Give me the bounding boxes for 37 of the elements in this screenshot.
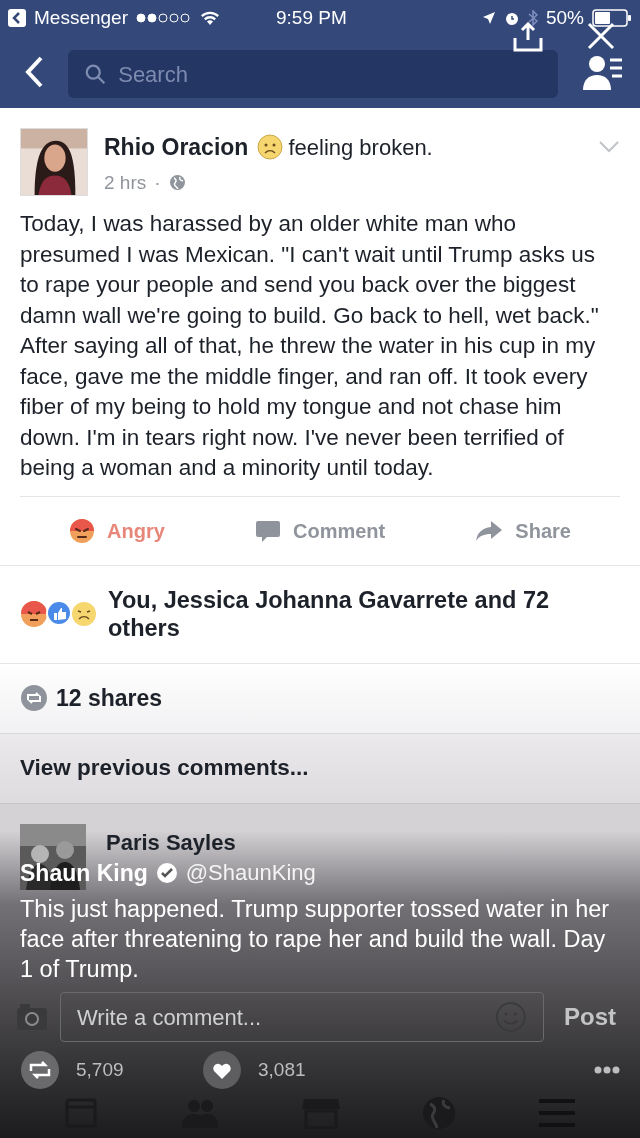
shares-icon [20, 684, 48, 712]
separator-dot: · [154, 170, 161, 195]
like-count: 3,081 [258, 1057, 306, 1082]
battery-icon [592, 9, 632, 27]
wifi-icon [200, 10, 220, 26]
retweet-icon[interactable] [20, 1050, 60, 1090]
back-icon[interactable] [24, 55, 44, 89]
sad-face-icon [256, 133, 285, 162]
back-to-app-icon[interactable] [8, 9, 26, 27]
comment-field[interactable]: Write a comment... [60, 992, 544, 1042]
location-arrow-icon [481, 11, 496, 25]
close-icon[interactable] [586, 22, 616, 50]
more-icon[interactable] [594, 1066, 620, 1074]
retweet-count: 5,709 [76, 1057, 125, 1082]
feeling-text: feeling broken. [288, 133, 433, 162]
alarm-clock-icon [503, 10, 520, 26]
camera-icon[interactable] [16, 1003, 48, 1031]
back-app-label[interactable]: Messenger [34, 3, 128, 33]
share-icon[interactable] [512, 22, 544, 52]
post-text: Today, I was harassed by an older white man who presumed I was Mexican. "I can't wait until Trump asks us to rape your people and send you back over the biggest damn wall we're going to build. Go back to hell, wet back." After saying all of that, he threw the water in his cup in my face, gave me the middle finger, and ran off. It took every fiber of my being to hold my tongue and not chase him down. I'm in tears right now. I've never been terrified of being a woman and a minority until today. [19, 210, 600, 482]
speech-bubble-icon [255, 518, 281, 543]
reactions-summary[interactable]: You, Jessica Johanna Gavarrete and 72 others [108, 586, 608, 642]
arrow-icon [475, 519, 504, 542]
bluetooth-icon [527, 10, 538, 26]
globe-icon [168, 174, 186, 192]
post-button[interactable]: Post [556, 999, 624, 1035]
battery-percentage: 50% [545, 5, 584, 30]
shares-count[interactable]: 12 shares [56, 680, 163, 716]
search-field[interactable]: Search [68, 50, 558, 98]
signal-icon [136, 13, 192, 23]
comment-input[interactable]: Write a comment... [77, 1000, 496, 1034]
search-input[interactable]: Search [118, 57, 542, 91]
search-icon [84, 62, 107, 86]
tweet-text: This just happened. Trump supporter tossed water in her face after threatening to rape her and build the wall. Day 1 of Trump. [19, 895, 611, 984]
clock-time: 9:59 PM [276, 5, 347, 30]
angry-face-icon [69, 517, 96, 544]
author-name[interactable]: Rhio Oracion [104, 130, 249, 165]
